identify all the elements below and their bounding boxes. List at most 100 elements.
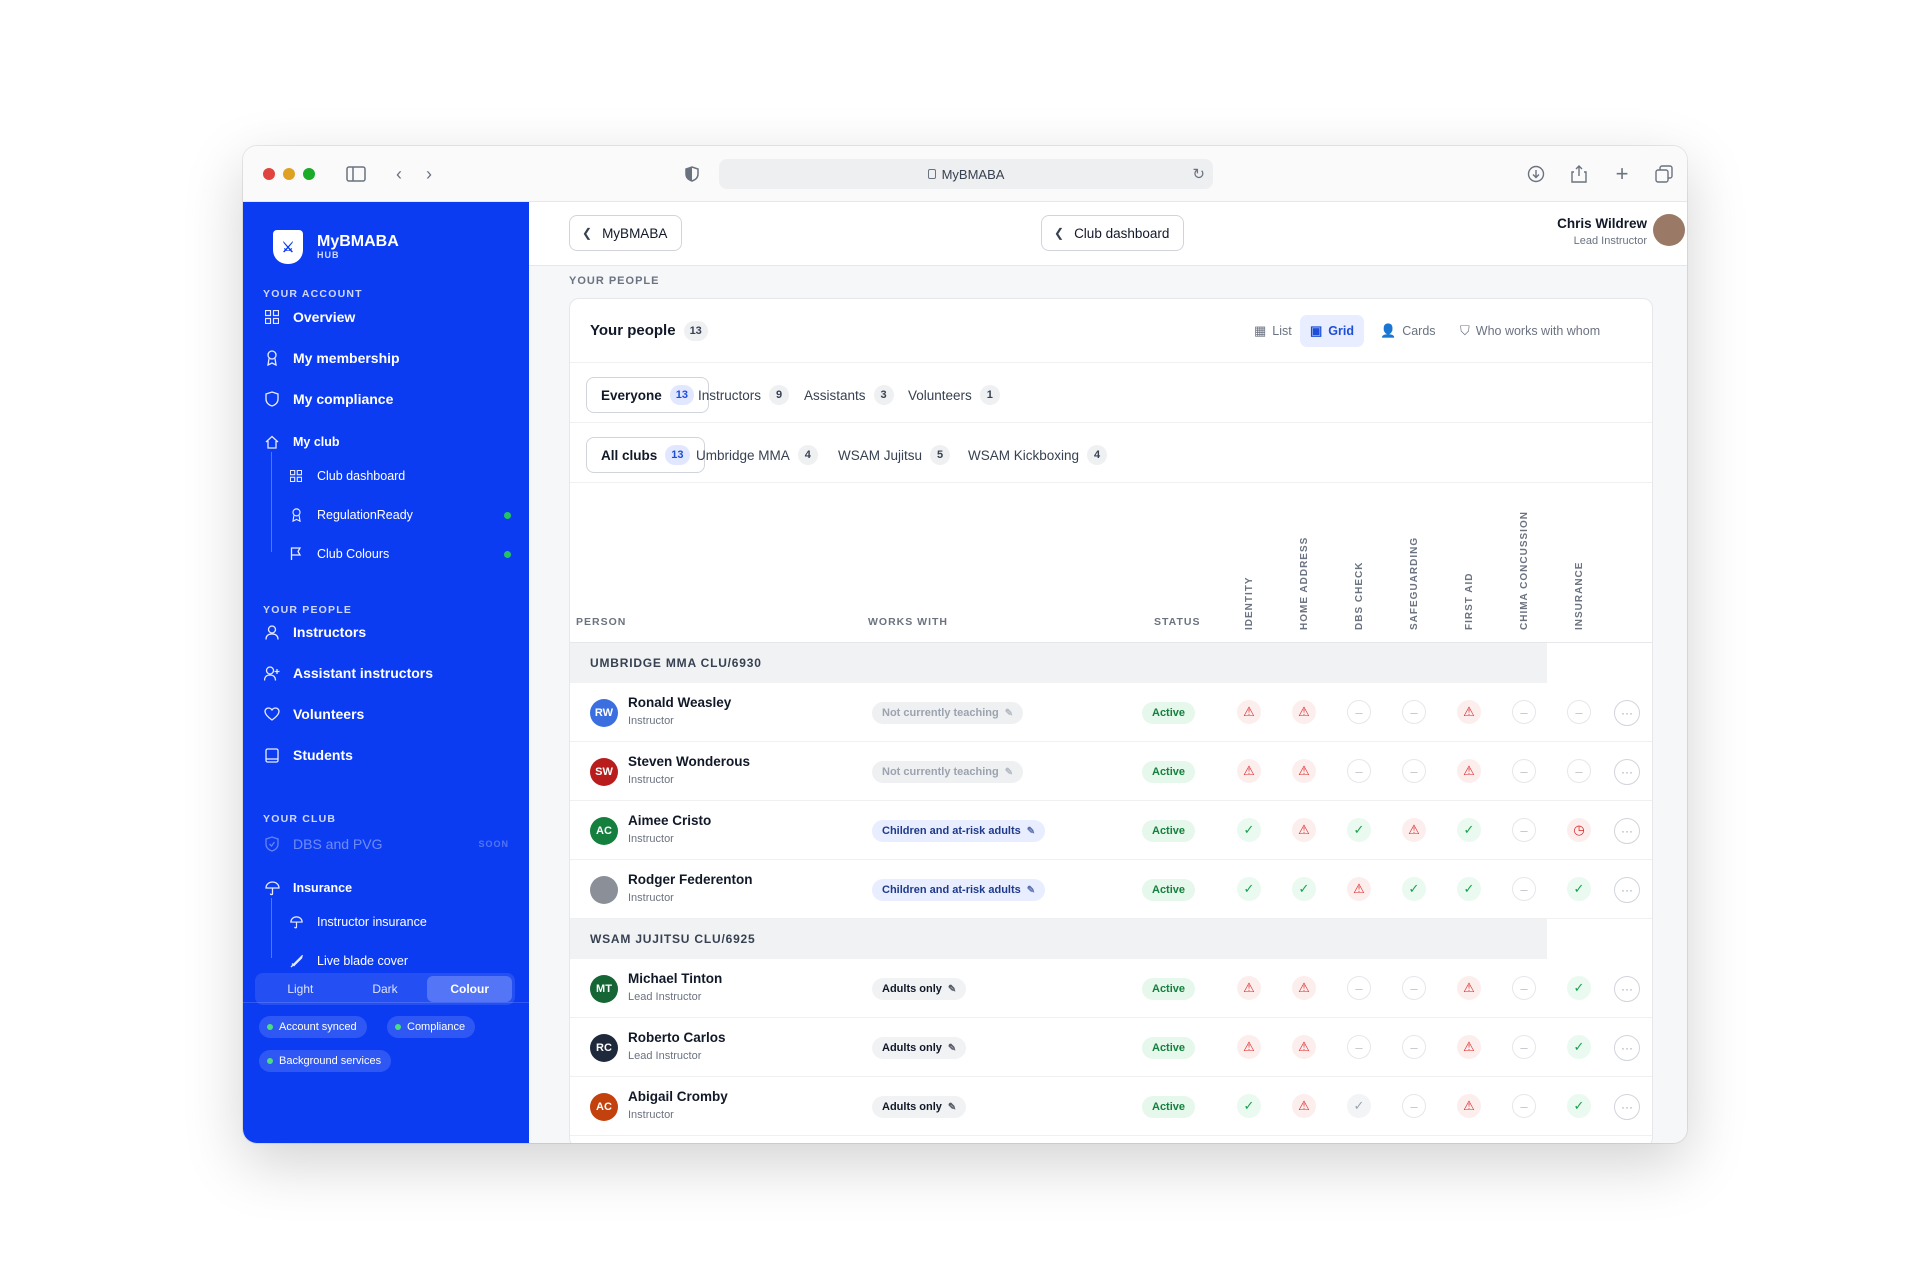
dash-icon[interactable]: – <box>1402 976 1426 1000</box>
filter-assistants[interactable]: Assistants 3 <box>790 377 908 413</box>
table-row[interactable]: AC Abigail Cromby Instructor Adults only ✎ Ac… <box>570 1077 1652 1136</box>
view-cards-button[interactable]: 👤 Cards <box>1370 315 1446 347</box>
privacy-shield-icon[interactable] <box>681 160 703 188</box>
check-icon[interactable]: ✓ <box>1567 1035 1591 1059</box>
more-icon[interactable]: ··· <box>1614 700 1640 726</box>
compliance-pill[interactable]: Compliance <box>387 1016 476 1038</box>
sidebar-item-insurance[interactable]: Insurance <box>263 873 515 903</box>
person-name[interactable]: Aimee Cristo <box>628 813 711 828</box>
warning-icon[interactable]: ⚠ <box>1292 700 1316 724</box>
warning-icon[interactable]: ⚠ <box>1237 1035 1261 1059</box>
close-window-button[interactable] <box>263 168 275 180</box>
check-icon[interactable]: ✓ <box>1567 1094 1591 1118</box>
sidebar-item-assistant-instructors[interactable]: Assistant instructors <box>263 658 515 688</box>
table-row[interactable]: AC Aimee Cristo Instructor Children and at-… <box>570 801 1652 860</box>
person-name[interactable]: Rodger Federenton <box>628 872 753 887</box>
check-icon[interactable]: ✓ <box>1457 877 1481 901</box>
filter-wsam-kickboxing[interactable]: WSAM Kickboxing 4 <box>954 437 1121 473</box>
warning-icon[interactable]: ⚠ <box>1457 1094 1481 1118</box>
dash-icon[interactable]: – <box>1567 700 1591 724</box>
sidebar-item-overview[interactable]: Overview <box>263 302 515 332</box>
theme-light-button[interactable]: Light <box>258 976 343 1002</box>
filter-volunteers[interactable]: Volunteers 1 <box>894 377 1014 413</box>
person-name[interactable]: Ronald Weasley <box>628 695 731 710</box>
dash-icon[interactable]: – <box>1512 759 1536 783</box>
sidebar-item-my-compliance[interactable]: My compliance <box>263 384 515 414</box>
new-tab-icon[interactable]: + <box>1611 160 1633 188</box>
check-icon[interactable]: ✓ <box>1567 877 1591 901</box>
sidebar-item-live-blade-cover[interactable]: Live blade cover <box>287 946 515 976</box>
dash-icon[interactable]: – <box>1347 976 1371 1000</box>
filter-wsam-jujitsu[interactable]: WSAM Jujitsu 5 <box>824 437 964 473</box>
more-icon[interactable]: ··· <box>1614 976 1640 1002</box>
warning-icon[interactable]: ⚠ <box>1292 976 1316 1000</box>
back-to-mybmaba-button[interactable]: ❮ MyBMABA <box>569 215 683 251</box>
dash-icon[interactable]: – <box>1512 700 1536 724</box>
sidebar-item-students[interactable]: Students <box>263 740 515 770</box>
dash-icon[interactable]: – <box>1512 818 1536 842</box>
works-with-pill[interactable]: Adults only ✎ <box>872 978 967 1000</box>
warning-icon[interactable]: ⚠ <box>1457 759 1481 783</box>
zoom-window-button[interactable] <box>303 168 315 180</box>
works-with-pill[interactable]: Adults only ✎ <box>872 1096 967 1118</box>
warning-icon[interactable]: ⚠ <box>1457 976 1481 1000</box>
warning-icon[interactable]: ⚠ <box>1292 818 1316 842</box>
table-row[interactable]: RC Roberto Carlos Lead Instructor Adults on… <box>570 1018 1652 1077</box>
back-icon[interactable]: ‹ <box>389 160 409 188</box>
filter-umbridge-mma[interactable]: Umbridge MMA 4 <box>682 437 832 473</box>
warning-icon[interactable]: ⚠ <box>1292 1035 1316 1059</box>
tabs-overview-icon[interactable] <box>1653 160 1675 188</box>
download-icon[interactable] <box>1525 160 1547 188</box>
warning-icon[interactable]: ⚠ <box>1237 759 1261 783</box>
sidebar-item-instructors[interactable]: Instructors <box>263 617 515 647</box>
person-name[interactable]: Roberto Carlos <box>628 1030 726 1045</box>
warning-icon[interactable]: ⚠ <box>1457 1035 1481 1059</box>
sidebar-item-my-membership[interactable]: My membership <box>263 343 515 373</box>
warning-icon[interactable]: ⚠ <box>1237 976 1261 1000</box>
sidebar-item-instructor-insurance[interactable]: Instructor insurance <box>287 907 515 937</box>
filter-instructors[interactable]: Instructors 9 <box>684 377 803 413</box>
sidebar-toggle-icon[interactable] <box>343 160 369 188</box>
works-with-pill[interactable]: Children and at-risk adults ✎ <box>872 879 1046 901</box>
works-with-pill[interactable]: Not currently teaching ✎ <box>872 702 1024 724</box>
check-icon[interactable]: ✓ <box>1402 877 1426 901</box>
check-icon[interactable]: ✓ <box>1347 1094 1371 1118</box>
user-avatar[interactable] <box>1653 214 1685 246</box>
person-name[interactable]: Steven Wonderous <box>628 754 750 769</box>
more-icon[interactable]: ··· <box>1614 877 1640 903</box>
table-row[interactable]: MT Michael Tinton Lead Instructor Adults on… <box>570 959 1652 1018</box>
works-with-pill[interactable]: Not currently teaching ✎ <box>872 761 1024 783</box>
sidebar-item-regulation-ready[interactable]: RegulationReady <box>287 500 515 530</box>
sidebar-item-my-club[interactable]: My club <box>263 427 515 457</box>
dash-icon[interactable]: – <box>1402 1094 1426 1118</box>
view-list-button[interactable]: ▦ List <box>1244 315 1302 347</box>
dash-icon[interactable]: – <box>1512 1094 1536 1118</box>
table-row[interactable]: RW Ronald Weasley Instructor Not currently … <box>570 683 1652 742</box>
minimize-window-button[interactable] <box>283 168 295 180</box>
more-icon[interactable]: ··· <box>1614 759 1640 785</box>
warning-icon[interactable]: ⚠ <box>1237 700 1261 724</box>
view-grid-button[interactable]: ▣ Grid <box>1300 315 1364 347</box>
warning-icon[interactable]: ⚠ <box>1457 700 1481 724</box>
sidebar-item-volunteers[interactable]: Volunteers <box>263 699 515 729</box>
dash-icon[interactable]: – <box>1347 1035 1371 1059</box>
dash-icon[interactable]: – <box>1512 976 1536 1000</box>
table-row[interactable]: SW Steven Wonderous Instructor Not currentl… <box>570 742 1652 801</box>
check-icon[interactable]: ✓ <box>1292 877 1316 901</box>
works-with-pill[interactable]: Adults only ✎ <box>872 1037 967 1059</box>
check-icon[interactable]: ✓ <box>1237 818 1261 842</box>
warning-icon[interactable]: ⚠ <box>1402 818 1426 842</box>
check-icon[interactable]: ✓ <box>1347 818 1371 842</box>
check-icon[interactable]: ✓ <box>1237 1094 1261 1118</box>
share-icon[interactable] <box>1568 160 1590 188</box>
more-icon[interactable]: ··· <box>1614 818 1640 844</box>
dash-icon[interactable]: – <box>1512 1035 1536 1059</box>
address-bar[interactable]: MyBMABA ↻ <box>719 159 1213 189</box>
background-services-pill[interactable]: Background services <box>259 1050 392 1072</box>
dash-icon[interactable]: – <box>1402 759 1426 783</box>
sidebar-item-club-dashboard[interactable]: Club dashboard <box>287 461 515 491</box>
account-synced-pill[interactable]: Account synced <box>259 1016 367 1038</box>
theme-colour-button[interactable]: Colour <box>427 976 513 1002</box>
person-name[interactable]: Michael Tinton <box>628 971 722 986</box>
clock-icon[interactable]: ◷ <box>1567 818 1591 842</box>
